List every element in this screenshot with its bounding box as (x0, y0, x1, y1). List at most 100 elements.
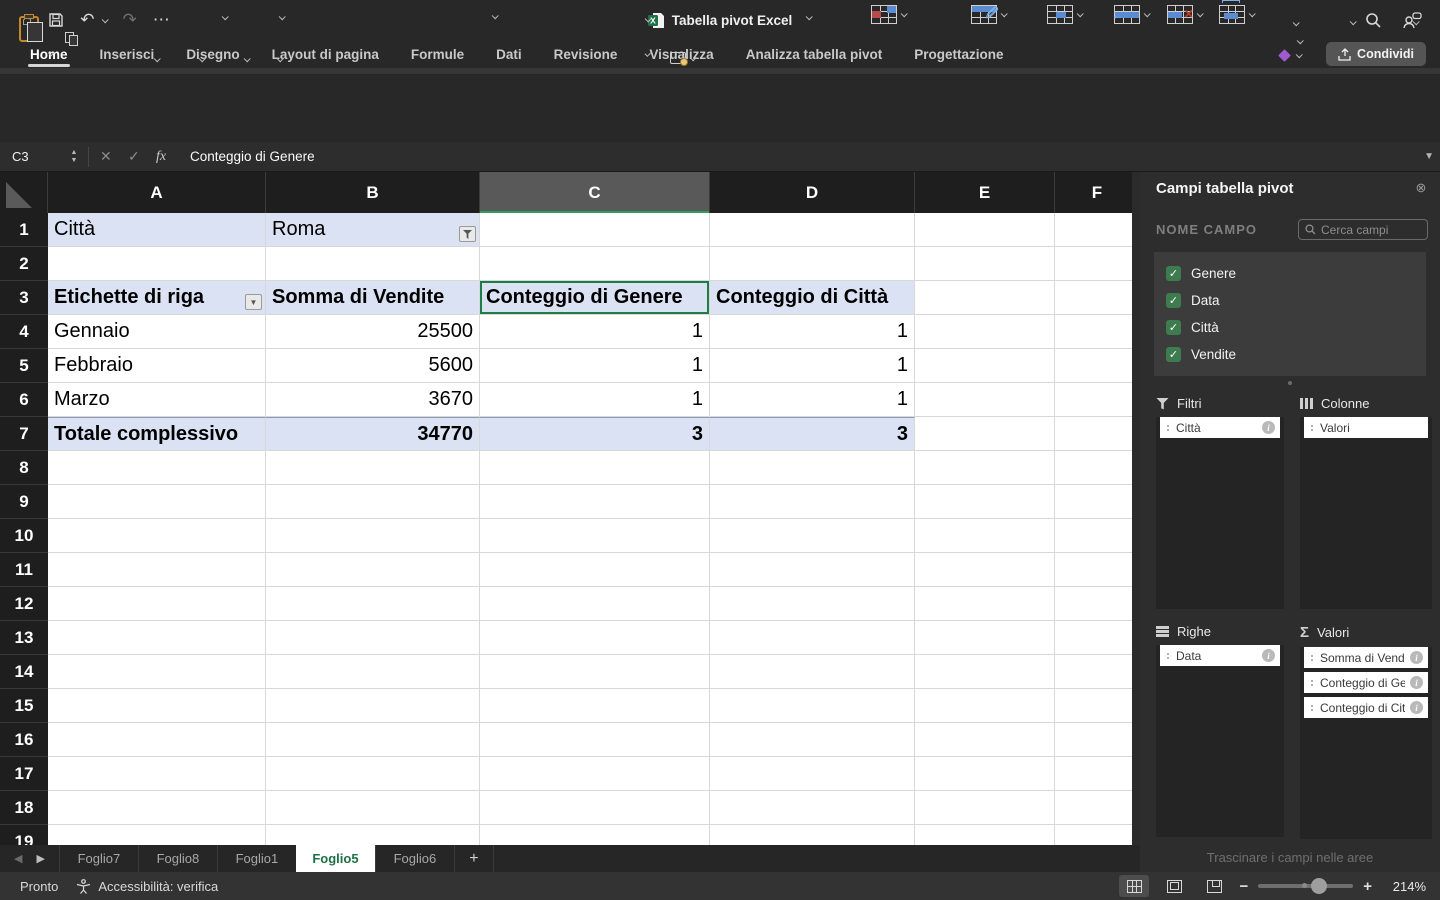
cell-A19[interactable] (48, 825, 266, 845)
row-header-5[interactable]: 5 (0, 349, 48, 383)
field-checkbox-icon[interactable]: ✓ (1166, 347, 1181, 362)
sheet-tab-foglio6[interactable]: Foglio6 (374, 845, 454, 872)
copy-icon[interactable] (64, 31, 79, 46)
add-sheet-button[interactable]: + (453, 845, 494, 872)
cell-E12[interactable] (915, 587, 1055, 621)
cell-C9[interactable] (480, 485, 710, 519)
sheet-tab-foglio5[interactable]: Foglio5 (295, 845, 375, 872)
cell-B10[interactable] (266, 519, 480, 553)
cell-E2[interactable] (915, 247, 1055, 281)
cell-B14[interactable] (266, 655, 480, 689)
zoom-slider[interactable] (1258, 877, 1354, 894)
cell-B6[interactable]: 3670 (266, 383, 480, 417)
cell-E11[interactable] (915, 553, 1055, 587)
report-filter-icon[interactable] (459, 226, 476, 242)
cell-C1[interactable] (480, 213, 710, 247)
cell-B7[interactable]: 34770 (266, 417, 480, 451)
cell-A7[interactable]: Totale complessivo (48, 417, 266, 451)
cell-C15[interactable] (480, 689, 710, 723)
cell-D13[interactable] (710, 621, 915, 655)
formula-input[interactable]: Conteggio di Genere (190, 142, 315, 171)
row-header-4[interactable]: 4 (0, 315, 48, 349)
cell-C16[interactable] (480, 723, 710, 757)
info-icon[interactable]: i (1410, 651, 1423, 664)
cell-C4[interactable]: 1 (480, 315, 710, 349)
cell-B2[interactable] (266, 247, 480, 281)
cell-F18[interactable] (1055, 791, 1140, 825)
field-item-vendite[interactable]: ✓ Vendite (1166, 341, 1426, 368)
cell-E3[interactable] (915, 281, 1055, 315)
cell-C3[interactable]: Conteggio di Genere (480, 281, 710, 315)
field-item-città[interactable]: ✓ Città (1166, 314, 1426, 341)
row-header-1[interactable]: 1 (0, 213, 48, 247)
info-icon[interactable]: i (1262, 421, 1275, 434)
ribbon-tab-revisione[interactable]: Revisione (538, 40, 634, 68)
page-break-view-icon[interactable] (1199, 875, 1229, 897)
select-all-corner[interactable] (0, 172, 48, 213)
ribbon-tab-dati[interactable]: Dati (480, 40, 538, 68)
row-header-15[interactable]: 15 (0, 689, 48, 723)
cell-D14[interactable] (710, 655, 915, 689)
ribbon-tab-progettazione[interactable]: Progettazione (898, 40, 1019, 68)
cell-A12[interactable] (48, 587, 266, 621)
cell-B9[interactable] (266, 485, 480, 519)
cell-B15[interactable] (266, 689, 480, 723)
cell-A2[interactable] (48, 247, 266, 281)
cell-F14[interactable] (1055, 655, 1140, 689)
field-chip[interactable]: Somma di Vendi... i (1304, 647, 1428, 668)
cell-D19[interactable] (710, 825, 915, 845)
cell-C17[interactable] (480, 757, 710, 791)
cell-A10[interactable] (48, 519, 266, 553)
row-header-2[interactable]: 2 (0, 247, 48, 281)
cell-A11[interactable] (48, 553, 266, 587)
cell-F12[interactable] (1055, 587, 1140, 621)
cell-F6[interactable] (1055, 383, 1140, 417)
field-checkbox-icon[interactable]: ✓ (1166, 266, 1181, 281)
field-chip[interactable]: Conteggio di Ge... i (1304, 672, 1428, 693)
undo-icon[interactable]: ↶ (80, 10, 94, 30)
pane-resize-dot[interactable] (1288, 381, 1292, 385)
sheet-next-icon[interactable]: ▶ (36, 852, 44, 865)
cell-F15[interactable] (1055, 689, 1140, 723)
row-header-10[interactable]: 10 (0, 519, 48, 553)
column-header-E[interactable]: E (915, 172, 1055, 213)
cell-F7[interactable] (1055, 417, 1140, 451)
ribbon-tab-inserisci[interactable]: Inserisci (84, 40, 171, 68)
search-icon[interactable] (1365, 12, 1382, 29)
close-pane-icon[interactable]: ⊗ (1412, 179, 1430, 197)
cell-B18[interactable] (266, 791, 480, 825)
cell-F1[interactable] (1055, 213, 1140, 247)
cell-F16[interactable] (1055, 723, 1140, 757)
cell-A6[interactable]: Marzo (48, 383, 266, 417)
cell-D8[interactable] (710, 451, 915, 485)
share-button[interactable]: Condividi (1326, 42, 1426, 66)
cell-B8[interactable] (266, 451, 480, 485)
cell-B17[interactable] (266, 757, 480, 791)
cell-A18[interactable] (48, 791, 266, 825)
cell-A9[interactable] (48, 485, 266, 519)
row-header-7[interactable]: 7 (0, 417, 48, 451)
cell-C7[interactable]: 3 (480, 417, 710, 451)
save-icon[interactable] (48, 12, 64, 28)
cell-C6[interactable]: 1 (480, 383, 710, 417)
field-chip[interactable]: Data i (1160, 645, 1280, 666)
name-box-spinner[interactable]: ▲ ▼ (68, 146, 80, 168)
cell-C19[interactable] (480, 825, 710, 845)
column-header-C[interactable]: C (480, 172, 710, 213)
field-checkbox-icon[interactable]: ✓ (1166, 293, 1181, 308)
cell-B3[interactable]: Somma di Vendite (266, 281, 480, 315)
cell-A14[interactable] (48, 655, 266, 689)
field-chip[interactable]: Conteggio di Cit... i (1304, 697, 1428, 718)
cell-E15[interactable] (915, 689, 1055, 723)
area-filters-dropzone[interactable]: Città i (1156, 417, 1284, 609)
cell-D11[interactable] (710, 553, 915, 587)
area-values-dropzone[interactable]: Somma di Vendi...i Conteggio di Ge...i Con… (1300, 647, 1432, 839)
cell-D3[interactable]: Conteggio di Città (710, 281, 915, 315)
ribbon-tab-analizza-tabella-pivot[interactable]: Analizza tabella pivot (730, 40, 899, 68)
cell-E10[interactable] (915, 519, 1055, 553)
cell-C14[interactable] (480, 655, 710, 689)
cell-F17[interactable] (1055, 757, 1140, 791)
cell-C5[interactable]: 1 (480, 349, 710, 383)
vertical-scrollbar[interactable] (1132, 172, 1140, 845)
cancel-entry-icon[interactable]: ✕ (100, 142, 112, 171)
